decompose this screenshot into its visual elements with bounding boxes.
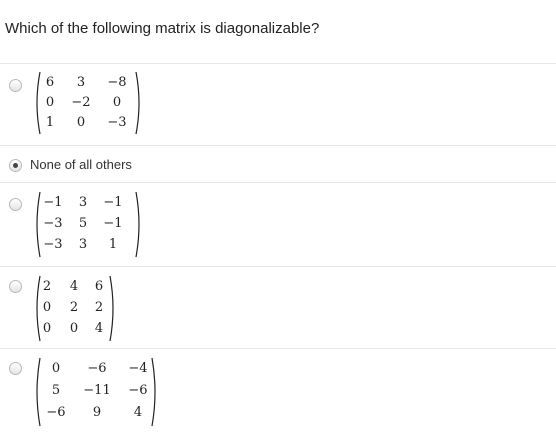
- matrix-entry: 0: [112, 95, 122, 110]
- radio-button-option-3[interactable]: [9, 198, 22, 211]
- matrix-entry: −11: [83, 383, 111, 398]
- matrix-right-paren: [135, 191, 140, 258]
- answer-option-1[interactable]: 6 3 −8 0 −2 0 1 0 −3: [0, 63, 556, 146]
- matrix-entry: −1: [103, 195, 123, 210]
- matrix-entry: 6: [94, 279, 104, 294]
- radio-button-option-5[interactable]: [9, 362, 22, 375]
- matrix-right-paren: [135, 71, 140, 135]
- matrix-entry: 2: [42, 279, 52, 294]
- matrix-entry: 0: [42, 300, 52, 315]
- matrix-left-paren: [36, 357, 41, 427]
- matrix-entry: −6: [128, 383, 148, 398]
- matrix-entry: 4: [133, 405, 143, 420]
- answer-option-5[interactable]: 0 −6 −4 5 −11 −6 −6 9 4: [0, 349, 556, 443]
- option-2-label: None of all others: [30, 157, 132, 172]
- matrix-entry: 3: [78, 237, 88, 252]
- matrix-option-3: −1 3 −1 −3 5 −1 −3 3 1: [33, 191, 143, 258]
- answer-option-4[interactable]: 246022004: [0, 267, 556, 349]
- radio-button-option-2[interactable]: [9, 159, 22, 172]
- matrix-option-1: 6 3 −8 0 −2 0 1 0 −3: [33, 71, 143, 135]
- matrix-entry: 1: [108, 237, 118, 252]
- question-text: Which of the following matrix is diagona…: [5, 20, 320, 37]
- matrix-entry: 6: [45, 75, 55, 90]
- matrix-entry: 2: [94, 300, 104, 315]
- matrix-entry: 4: [94, 321, 104, 336]
- matrix-entry: −4: [128, 361, 148, 376]
- matrix-entry: −3: [43, 237, 63, 252]
- matrix-entry: 5: [78, 216, 88, 231]
- answer-option-2[interactable]: None of all others: [0, 146, 556, 183]
- matrix-entry: 1: [45, 115, 55, 130]
- matrix-entry: 0: [45, 95, 55, 110]
- matrix-entry: 3: [76, 75, 86, 90]
- matrix-option-5: 0 −6 −4 5 −11 −6 −6 9 4: [33, 357, 159, 427]
- matrix-option-4: 246022004: [33, 275, 117, 342]
- matrix-entry: 3: [78, 195, 88, 210]
- matrix-entry: 0: [76, 115, 86, 130]
- matrix-entry: −8: [107, 75, 127, 90]
- matrix-entry: 9: [92, 405, 102, 420]
- matrix-entry: −2: [71, 95, 91, 110]
- radio-button-option-1[interactable]: [9, 79, 22, 92]
- matrix-entry: 0: [42, 321, 52, 336]
- matrix-entry: −6: [87, 361, 107, 376]
- matrix-entry: −1: [103, 216, 123, 231]
- radio-button-option-4[interactable]: [9, 280, 22, 293]
- matrix-entry: 5: [51, 383, 61, 398]
- answer-option-3[interactable]: −1 3 −1 −3 5 −1 −3 3 1: [0, 183, 556, 267]
- matrix-entry: −1: [43, 195, 63, 210]
- matrix-entry: −3: [107, 115, 127, 130]
- matrix-entry: 0: [51, 361, 61, 376]
- matrix-entry: −3: [43, 216, 63, 231]
- matrix-entry: −6: [46, 405, 66, 420]
